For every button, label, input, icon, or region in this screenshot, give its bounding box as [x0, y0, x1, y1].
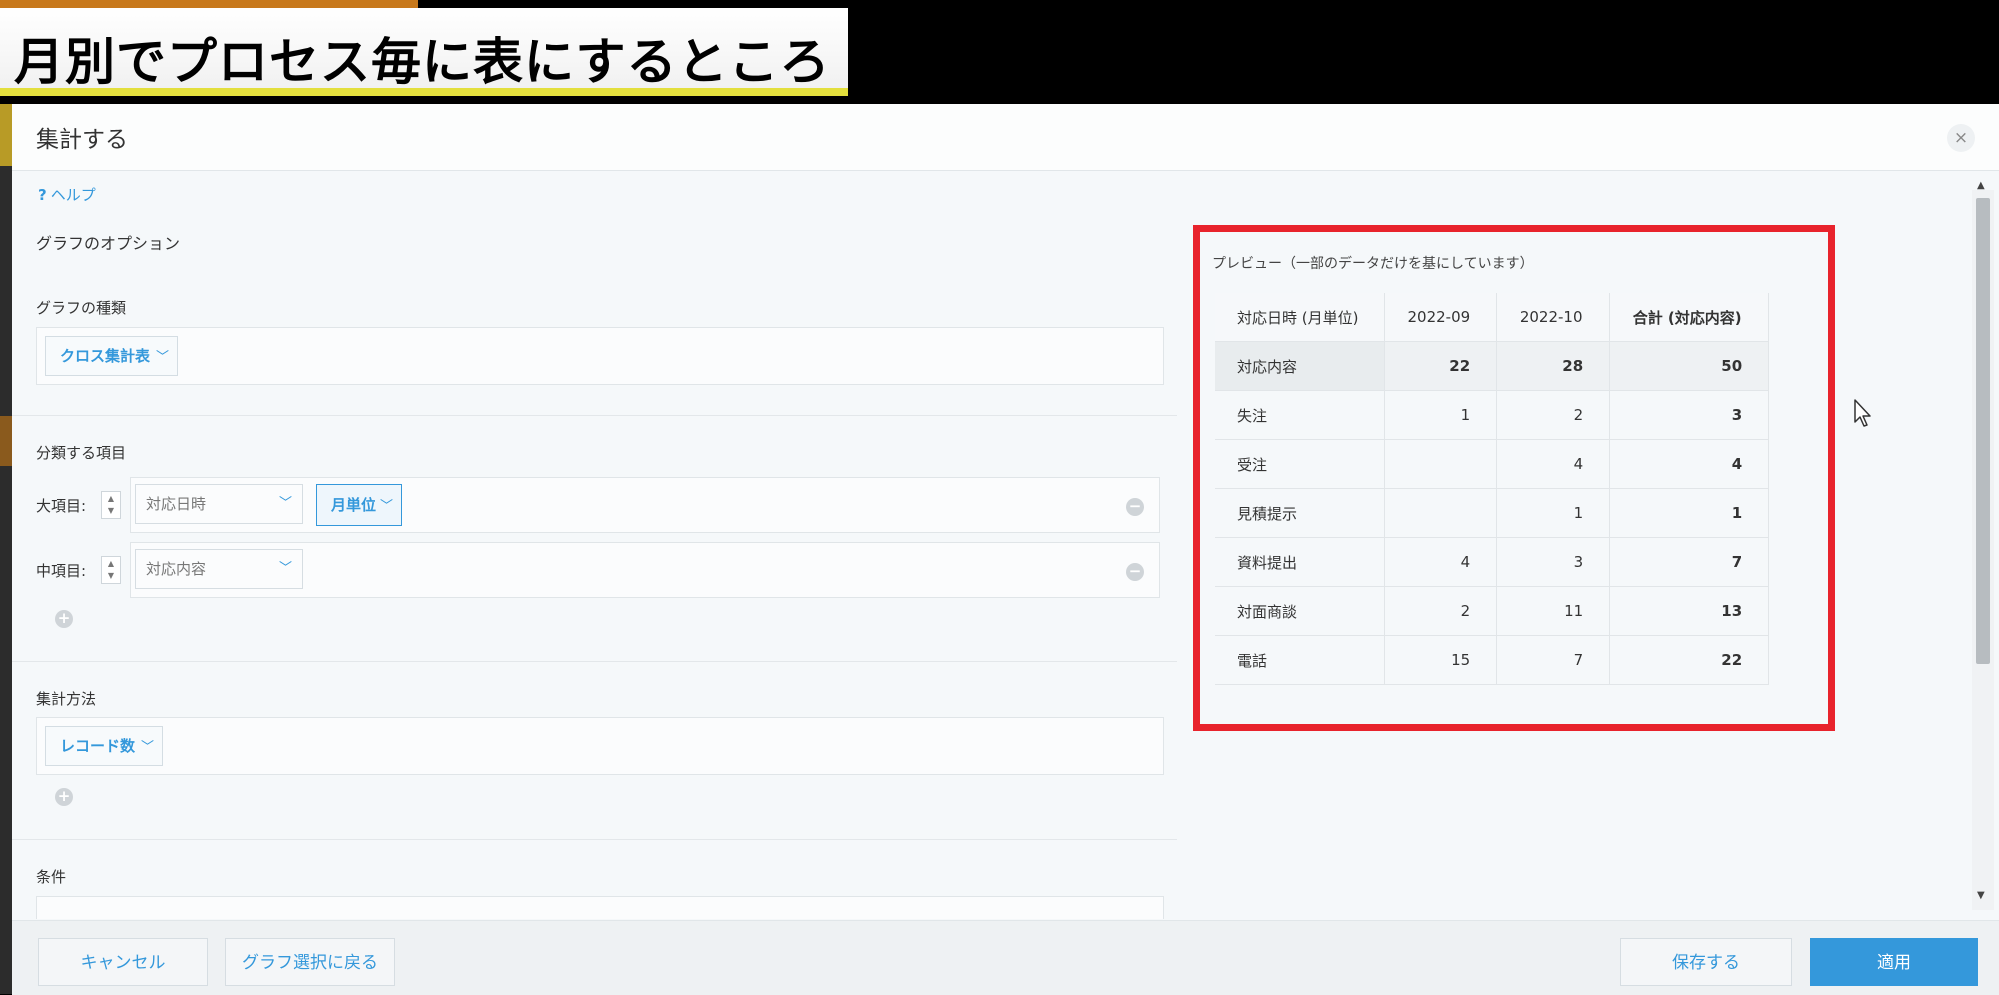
classify-label: 分類する項目	[36, 444, 127, 462]
major-item-unit-dropdown[interactable]: 月単位 ﹀	[316, 484, 403, 526]
method-box	[36, 717, 1164, 775]
chevron-down-icon: ﹀	[278, 561, 292, 576]
section-divider	[12, 839, 1177, 840]
plus-circle-icon[interactable]: +	[55, 788, 73, 806]
scroll-down-icon[interactable]: ▼	[1977, 890, 1985, 901]
major-item-field-dropdown[interactable]: 対応日時 ﹀	[135, 484, 303, 524]
chevron-down-icon: ﹀	[278, 496, 292, 511]
middle-item-label: 中項目:	[36, 562, 87, 580]
graph-type-label: グラフの種類	[36, 299, 127, 317]
plus-circle-icon[interactable]: +	[55, 610, 73, 628]
mouse-cursor-icon	[1854, 399, 1871, 427]
method-label: 集計方法	[36, 690, 97, 708]
graph-options-title: グラフのオプション	[36, 234, 181, 253]
middle-item-field-value: 対応内容	[146, 560, 207, 578]
section-divider	[12, 661, 1177, 662]
graph-type-dropdown[interactable]: クロス集計表 ﹀	[45, 336, 179, 376]
graph-type-box	[36, 327, 1164, 385]
sort-stepper-icon[interactable]: ▲ ▼	[101, 556, 121, 584]
scroll-up-icon[interactable]: ▲	[1977, 180, 1985, 191]
banner-accent-bar	[0, 0, 418, 8]
help-icon: ?	[38, 186, 47, 204]
minus-circle-icon[interactable]: −	[1126, 498, 1144, 516]
background-strip-yellow	[0, 104, 12, 166]
back-to-graph-select-button[interactable]: グラフ選択に戻る	[225, 938, 395, 986]
chevron-down-icon: ﹀	[141, 740, 155, 755]
condition-label: 条件	[36, 868, 67, 886]
graph-type-value: クロス集計表	[60, 347, 151, 365]
apply-button[interactable]: 適用	[1810, 938, 1978, 986]
method-value: レコード数	[60, 737, 136, 755]
chevron-down-icon: ﹀	[380, 499, 394, 514]
major-item-unit-value: 月単位	[331, 496, 377, 514]
method-dropdown[interactable]: レコード数 ﹀	[45, 726, 164, 766]
close-button[interactable]: ×	[1947, 124, 1975, 152]
caption-banner: 月別でプロセス毎に表にするところ	[0, 8, 848, 94]
background-strip-brown	[0, 416, 12, 466]
background-window-strip	[0, 104, 12, 994]
sort-stepper-icon[interactable]: ▲ ▼	[101, 491, 121, 519]
section-divider	[12, 415, 1177, 416]
minus-circle-icon[interactable]: −	[1126, 563, 1144, 581]
major-item-field-value: 対応日時	[146, 495, 207, 513]
help-link[interactable]: ? ヘルプ	[38, 184, 96, 205]
dialog-title: 集計する	[36, 127, 128, 153]
chevron-down-icon: ﹀	[156, 350, 170, 365]
major-item-label: 大項目:	[36, 497, 87, 515]
caption-underline	[0, 88, 848, 96]
middle-item-field-dropdown[interactable]: 対応内容 ﹀	[135, 549, 303, 589]
scrollbar-thumb[interactable]	[1976, 198, 1990, 664]
cancel-button[interactable]: キャンセル	[38, 938, 208, 986]
condition-box	[36, 896, 1164, 919]
dialog-header: 集計する ×	[12, 104, 1999, 171]
help-label: ヘルプ	[50, 186, 96, 204]
caption-text: 月別でプロセス毎に表にするところ	[14, 33, 831, 91]
save-button[interactable]: 保存する	[1620, 938, 1792, 986]
highlight-frame	[1193, 225, 1835, 731]
